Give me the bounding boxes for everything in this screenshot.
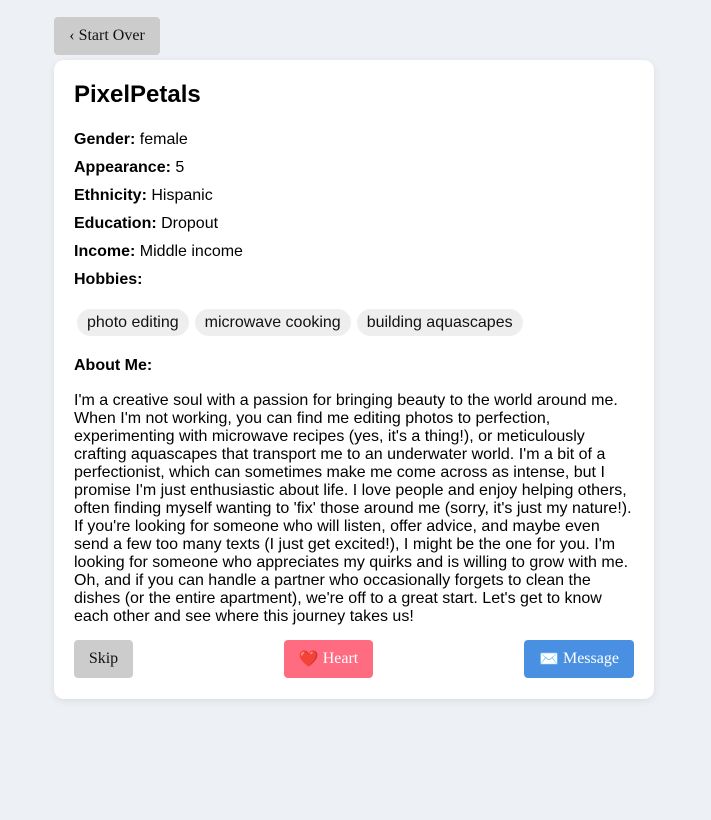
message-label: Message bbox=[562, 650, 619, 667]
hobby-tags: photo editing microwave cooking building… bbox=[77, 309, 634, 336]
field-value: female bbox=[139, 131, 188, 148]
field-value: Hispanic bbox=[151, 187, 213, 204]
profile-name: PixelPetals bbox=[74, 81, 201, 108]
profile-fields: Gender: female Appearance: 5 Ethnicity: … bbox=[74, 131, 634, 289]
chevron-left-icon: ‹ bbox=[69, 27, 75, 44]
field-label: Appearance: bbox=[74, 159, 171, 176]
hobby-tag: microwave cooking bbox=[194, 309, 351, 336]
field-ethnicity: Ethnicity: Hispanic bbox=[74, 187, 634, 205]
field-label: Ethnicity: bbox=[74, 187, 147, 204]
field-value: Middle income bbox=[139, 243, 243, 260]
field-label: Hobbies: bbox=[74, 271, 143, 288]
field-gender: Gender: female bbox=[74, 131, 634, 149]
about-text: I'm a creative soul with a passion for b… bbox=[74, 392, 632, 625]
hobby-tag: photo editing bbox=[77, 309, 189, 336]
field-appearance: Appearance: 5 bbox=[74, 159, 634, 177]
heart-icon: ❤️ bbox=[298, 651, 319, 668]
profile-card: PixelPetals Gender: female Appearance: 5… bbox=[54, 60, 654, 699]
message-button[interactable]: ✉️ Message bbox=[524, 640, 634, 678]
field-label: Education: bbox=[74, 215, 157, 232]
start-over-button[interactable]: ‹ Start Over bbox=[54, 17, 160, 55]
hobby-tag: building aquascapes bbox=[356, 309, 523, 336]
field-value: 5 bbox=[175, 159, 185, 176]
heart-button[interactable]: ❤️ Heart bbox=[284, 640, 373, 678]
about-title: About Me: bbox=[74, 357, 153, 374]
start-over-label: Start Over bbox=[78, 27, 145, 44]
field-label: Gender: bbox=[74, 131, 136, 148]
skip-button[interactable]: Skip bbox=[74, 640, 133, 678]
field-education: Education: Dropout bbox=[74, 215, 634, 233]
action-bar: Skip ❤️ Heart ✉️ Message bbox=[74, 640, 634, 679]
skip-label: Skip bbox=[88, 650, 119, 667]
envelope-icon: ✉️ bbox=[539, 651, 559, 668]
field-value: Dropout bbox=[161, 215, 219, 232]
field-label: Income: bbox=[74, 243, 136, 260]
heart-label: Heart bbox=[322, 650, 359, 667]
field-income: Income: Middle income bbox=[74, 243, 634, 261]
field-hobbies: Hobbies: bbox=[74, 271, 634, 289]
